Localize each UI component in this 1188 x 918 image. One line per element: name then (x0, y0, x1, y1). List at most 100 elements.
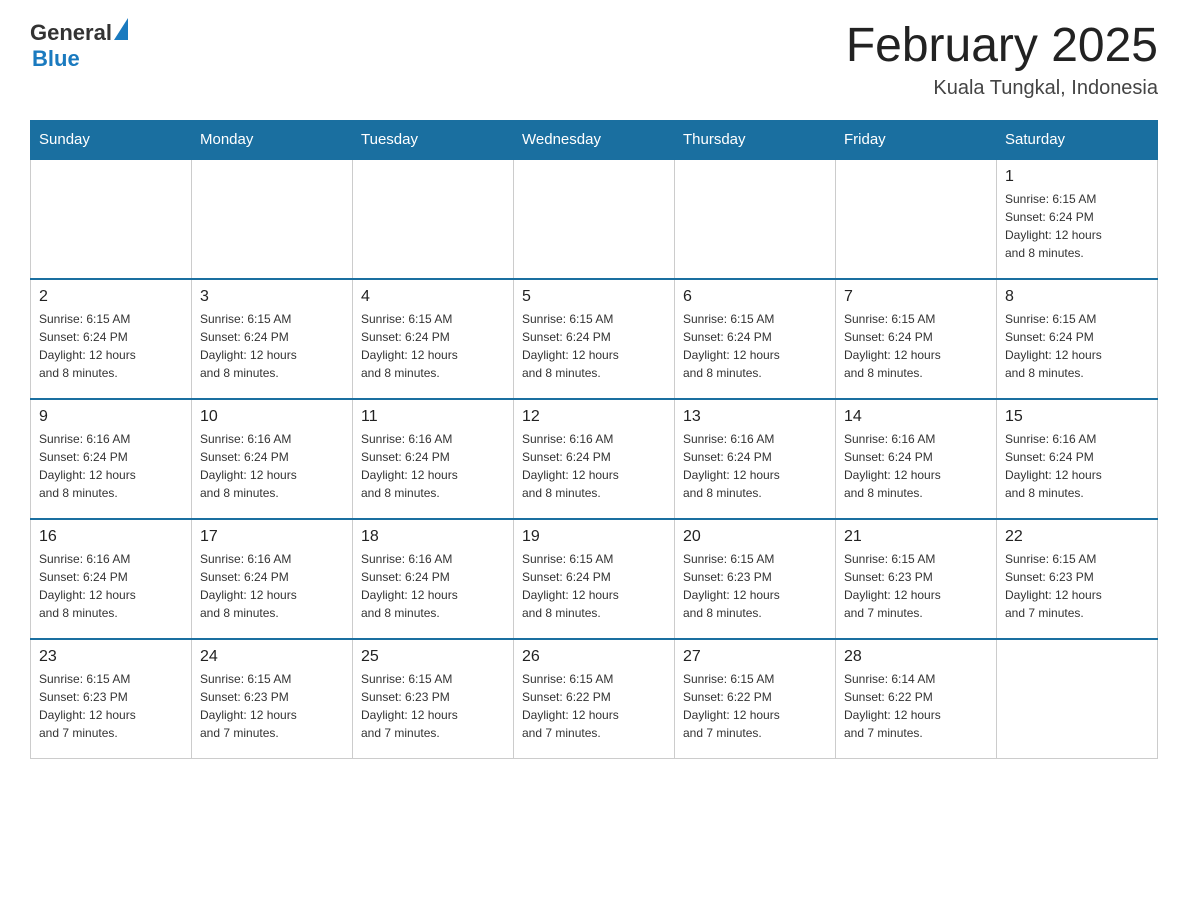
day-info: Sunrise: 6:15 AM Sunset: 6:24 PM Dayligh… (200, 310, 344, 382)
day-info: Sunrise: 6:16 AM Sunset: 6:24 PM Dayligh… (200, 550, 344, 622)
day-number: 24 (200, 648, 344, 666)
table-row: 1Sunrise: 6:15 AM Sunset: 6:24 PM Daylig… (997, 159, 1158, 279)
calendar-week-row: 1Sunrise: 6:15 AM Sunset: 6:24 PM Daylig… (31, 159, 1158, 279)
table-row: 21 Sunrise: 6:15 AM Sunset: 6:23 PM Dayli… (836, 519, 997, 639)
day-number: 23 (39, 648, 183, 666)
day-number: 7 (844, 288, 988, 306)
day-number: 17 (200, 528, 344, 546)
day-info: Sunrise: 6:16 AM Sunset: 6:24 PM Dayligh… (39, 550, 183, 622)
day-number: 14 (844, 408, 988, 426)
header-sunday: Sunday (31, 120, 192, 159)
day-number: 1 (1005, 168, 1149, 186)
day-number: 15 (1005, 408, 1149, 426)
day-info: Sunrise: 6:15 AM Sunset: 6:24 PM Dayligh… (1005, 310, 1149, 382)
table-row: 2 Sunrise: 6:15 AM Sunset: 6:24 PM Daylig… (31, 279, 192, 399)
table-row: 27 Sunrise: 6:15 AM Sunset: 6:22 PM Dayli… (675, 639, 836, 759)
day-info: Sunrise: 6:16 AM Sunset: 6:24 PM Dayligh… (683, 430, 827, 502)
table-row: 3 Sunrise: 6:15 AM Sunset: 6:24 PM Daylig… (192, 279, 353, 399)
table-row: 20 Sunrise: 6:15 AM Sunset: 6:23 PM Dayli… (675, 519, 836, 639)
table-row: 18 Sunrise: 6:16 AM Sunset: 6:24 PM Dayli… (353, 519, 514, 639)
table-row: 11 Sunrise: 6:16 AM Sunset: 6:24 PM Dayli… (353, 399, 514, 519)
header-tuesday: Tuesday (353, 120, 514, 159)
table-row: 23 Sunrise: 6:15 AM Sunset: 6:23 PM Dayli… (31, 639, 192, 759)
day-info: Sunrise: 6:14 AM Sunset: 6:22 PM Dayligh… (844, 670, 988, 742)
day-number: 18 (361, 528, 505, 546)
day-info: Sunrise: 6:15 AM Sunset: 6:23 PM Dayligh… (361, 670, 505, 742)
table-row: 7Sunrise: 6:15 AM Sunset: 6:24 PM Daylig… (836, 279, 997, 399)
day-number: 6 (683, 288, 827, 306)
day-number: 4 (361, 288, 505, 306)
table-row (31, 159, 192, 279)
day-number: 5 (522, 288, 666, 306)
day-number: 26 (522, 648, 666, 666)
day-info: Sunrise: 6:15 AM Sunset: 6:23 PM Dayligh… (1005, 550, 1149, 622)
day-number: 27 (683, 648, 827, 666)
table-row: 19Sunrise: 6:15 AM Sunset: 6:24 PM Dayli… (514, 519, 675, 639)
table-row: 25 Sunrise: 6:15 AM Sunset: 6:23 PM Dayli… (353, 639, 514, 759)
day-number: 9 (39, 408, 183, 426)
day-info: Sunrise: 6:15 AM Sunset: 6:23 PM Dayligh… (683, 550, 827, 622)
table-row: 10 Sunrise: 6:16 AM Sunset: 6:24 PM Dayli… (192, 399, 353, 519)
day-number: 16 (39, 528, 183, 546)
day-info: Sunrise: 6:15 AM Sunset: 6:24 PM Dayligh… (39, 310, 183, 382)
location-label: Kuala Tungkal, Indonesia (846, 77, 1158, 100)
table-row (836, 159, 997, 279)
table-row: 16 Sunrise: 6:16 AM Sunset: 6:24 PM Dayli… (31, 519, 192, 639)
day-info: Sunrise: 6:16 AM Sunset: 6:24 PM Dayligh… (844, 430, 988, 502)
calendar-week-row: 23 Sunrise: 6:15 AM Sunset: 6:23 PM Dayli… (31, 639, 1158, 759)
logo-line1: General (30, 20, 128, 46)
table-row: 8 Sunrise: 6:15 AM Sunset: 6:24 PM Daylig… (997, 279, 1158, 399)
header-saturday: Saturday (997, 120, 1158, 159)
day-number: 8 (1005, 288, 1149, 306)
day-number: 20 (683, 528, 827, 546)
day-info: Sunrise: 6:16 AM Sunset: 6:24 PM Dayligh… (200, 430, 344, 502)
table-row: 13 Sunrise: 6:16 AM Sunset: 6:24 PM Dayli… (675, 399, 836, 519)
day-info: Sunrise: 6:15 AM Sunset: 6:23 PM Dayligh… (844, 550, 988, 622)
header-monday: Monday (192, 120, 353, 159)
page-header: General Blue February 2025 Kuala Tungkal… (30, 20, 1158, 100)
day-number: 3 (200, 288, 344, 306)
day-info: Sunrise: 6:15 AM Sunset: 6:22 PM Dayligh… (683, 670, 827, 742)
day-number: 25 (361, 648, 505, 666)
day-info: Sunrise: 6:15 AM Sunset: 6:24 PM Dayligh… (522, 550, 666, 622)
logo: General Blue (30, 20, 128, 72)
calendar-header-row: Sunday Monday Tuesday Wednesday Thursday… (31, 120, 1158, 159)
table-row (353, 159, 514, 279)
table-row: 28Sunrise: 6:14 AM Sunset: 6:22 PM Dayli… (836, 639, 997, 759)
header-thursday: Thursday (675, 120, 836, 159)
table-row: 24Sunrise: 6:15 AM Sunset: 6:23 PM Dayli… (192, 639, 353, 759)
day-info: Sunrise: 6:16 AM Sunset: 6:24 PM Dayligh… (361, 550, 505, 622)
day-info: Sunrise: 6:15 AM Sunset: 6:24 PM Dayligh… (683, 310, 827, 382)
table-row (514, 159, 675, 279)
logo-general-text: General (30, 20, 112, 46)
calendar-week-row: 2 Sunrise: 6:15 AM Sunset: 6:24 PM Daylig… (31, 279, 1158, 399)
month-title: February 2025 (846, 20, 1158, 73)
table-row (997, 639, 1158, 759)
table-row: 5 Sunrise: 6:15 AM Sunset: 6:24 PM Daylig… (514, 279, 675, 399)
day-number: 10 (200, 408, 344, 426)
table-row: 12Sunrise: 6:16 AM Sunset: 6:24 PM Dayli… (514, 399, 675, 519)
table-row: 4 Sunrise: 6:15 AM Sunset: 6:24 PM Daylig… (353, 279, 514, 399)
table-row: 22 Sunrise: 6:15 AM Sunset: 6:23 PM Dayli… (997, 519, 1158, 639)
day-number: 21 (844, 528, 988, 546)
day-info: Sunrise: 6:15 AM Sunset: 6:24 PM Dayligh… (361, 310, 505, 382)
calendar-week-row: 16 Sunrise: 6:16 AM Sunset: 6:24 PM Dayli… (31, 519, 1158, 639)
calendar-week-row: 9 Sunrise: 6:16 AM Sunset: 6:24 PM Daylig… (31, 399, 1158, 519)
logo-blue-text: Blue (32, 46, 80, 72)
day-number: 13 (683, 408, 827, 426)
day-info: Sunrise: 6:16 AM Sunset: 6:24 PM Dayligh… (361, 430, 505, 502)
day-info: Sunrise: 6:16 AM Sunset: 6:24 PM Dayligh… (522, 430, 666, 502)
table-row (675, 159, 836, 279)
day-number: 11 (361, 408, 505, 426)
table-row: 26 Sunrise: 6:15 AM Sunset: 6:22 PM Dayli… (514, 639, 675, 759)
day-number: 22 (1005, 528, 1149, 546)
table-row: 15 Sunrise: 6:16 AM Sunset: 6:24 PM Dayli… (997, 399, 1158, 519)
day-info: Sunrise: 6:16 AM Sunset: 6:24 PM Dayligh… (1005, 430, 1149, 502)
day-number: 2 (39, 288, 183, 306)
day-info: Sunrise: 6:15 AM Sunset: 6:22 PM Dayligh… (522, 670, 666, 742)
day-info: Sunrise: 6:15 AM Sunset: 6:24 PM Dayligh… (522, 310, 666, 382)
title-area: February 2025 Kuala Tungkal, Indonesia (846, 20, 1158, 100)
table-row: 9Sunrise: 6:16 AM Sunset: 6:24 PM Daylig… (31, 399, 192, 519)
day-info: Sunrise: 6:15 AM Sunset: 6:23 PM Dayligh… (39, 670, 183, 742)
calendar-table: Sunday Monday Tuesday Wednesday Thursday… (30, 120, 1158, 760)
